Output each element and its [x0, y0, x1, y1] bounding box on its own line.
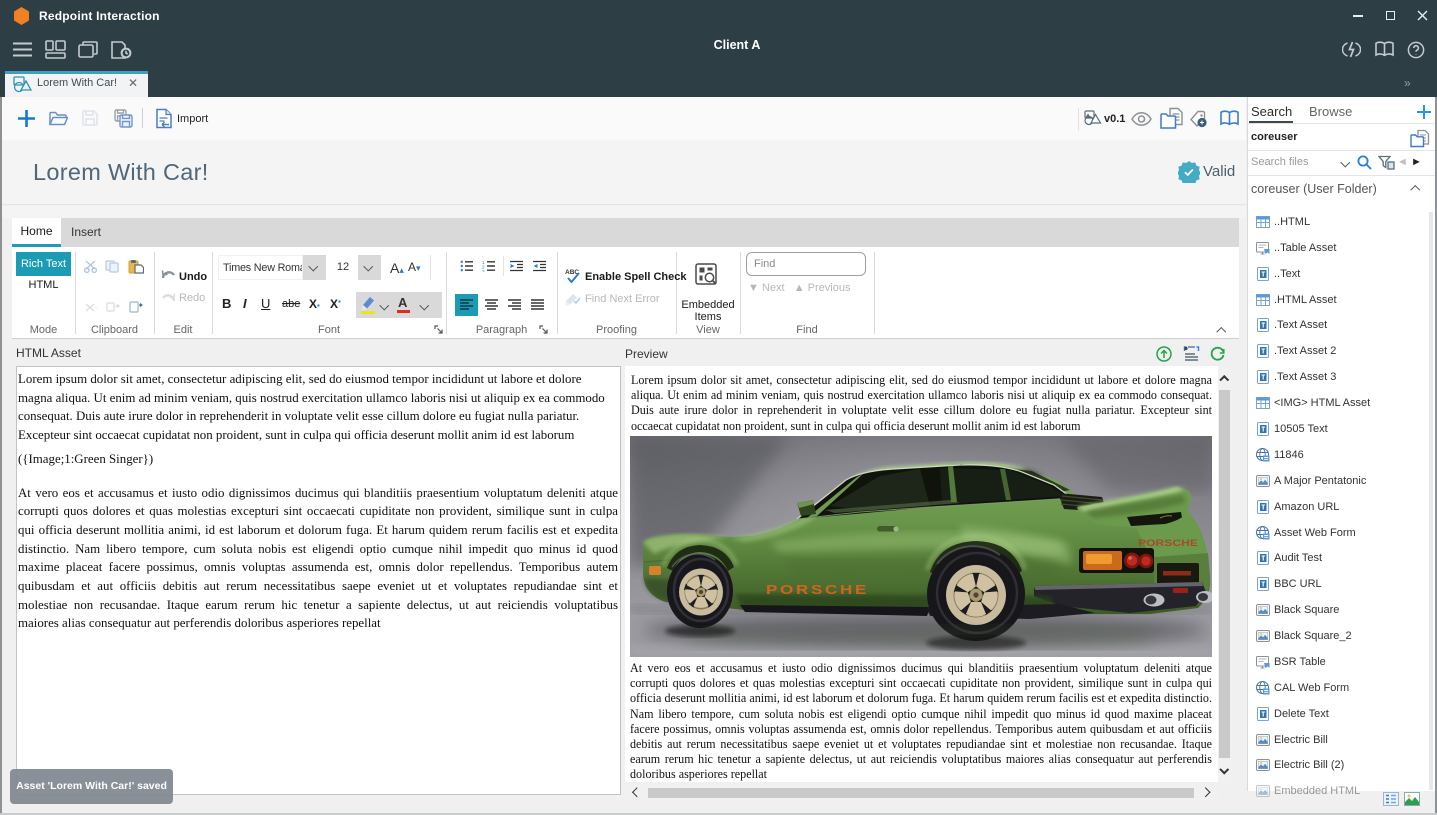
svg-text:3: 3	[482, 269, 485, 272]
svg-text:PORSCHE: PORSCHE	[766, 583, 869, 597]
svg-text:PORSCHE: PORSCHE	[1138, 538, 1198, 548]
